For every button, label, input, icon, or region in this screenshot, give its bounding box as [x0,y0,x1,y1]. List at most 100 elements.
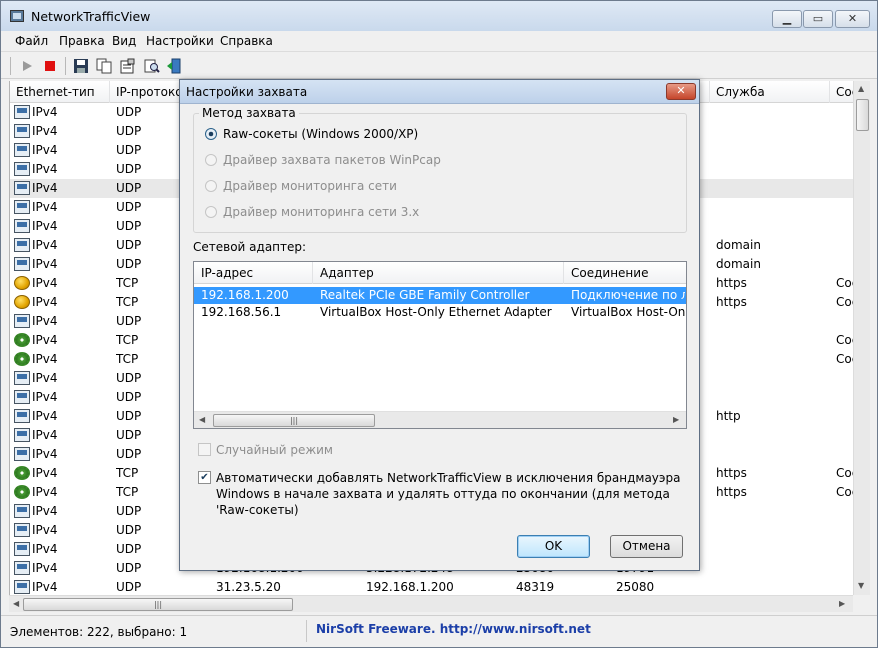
menu-help[interactable]: Справка [220,34,273,48]
adapter-scroll-left-arrow[interactable]: ◀ [199,415,205,424]
adapter-cell-name: Realtek PCIe GBE Family Controller [320,288,530,302]
radio-dot[interactable] [205,128,217,140]
scroll-right-arrow[interactable]: ▶ [839,599,845,608]
row-cell-eth: IPv4 [32,295,58,309]
close-window-button[interactable]: ✕ [835,10,870,28]
row-cell-conn: Сое [836,466,853,480]
adapter-list[interactable]: IP-адрес Адаптер Соединение 192.168.1.20… [193,261,687,429]
adapter-column-name[interactable]: Адаптер [313,262,564,284]
horizontal-scroll-thumb[interactable]: ||| [23,598,293,611]
row-cell-svc: https [716,276,747,290]
adapter-row[interactable]: 192.168.56.1 VirtualBox Host-Only Etherne… [194,304,686,321]
ok-button[interactable]: OK [517,535,590,558]
row-cell-proto: TCP [116,333,139,347]
radio-dot[interactable] [205,154,217,166]
copy-icon[interactable] [95,57,113,75]
column-header-ethernet-type[interactable]: Ethernet-тип [10,81,110,103]
scroll-down-arrow[interactable]: ▼ [858,581,864,590]
row-cell-proto: UDP [116,238,142,252]
adapter-cell-conn: Подключение по локальной сети [571,288,685,302]
vertical-scroll-thumb[interactable] [856,99,869,131]
row-cell-eth: IPv4 [32,371,58,385]
adapter-scroll-thumb[interactable]: ||| [213,414,375,427]
row-cell-c3: 31.23.5.20 [216,580,281,594]
row-cell-proto: UDP [116,504,142,518]
gear-icon [14,466,30,480]
title-bar[interactable]: NetworkTrafficView ▁ ▭ ✕ [1,1,877,31]
row-cell-svc: domain [716,238,761,252]
network-card-icon [14,124,30,138]
network-card-icon [14,219,30,233]
row-cell-eth: IPv4 [32,447,58,461]
play-icon[interactable] [18,57,36,75]
network-card-icon [14,200,30,214]
row-cell-svc: https [716,466,747,480]
list-horizontal-scrollbar[interactable]: ◀ ||| ▶ [9,595,853,612]
row-cell-svc: https [716,485,747,499]
radio-dot[interactable] [205,180,217,192]
adapter-column-connection[interactable]: Соединение [564,262,686,284]
row-cell-eth: IPv4 [32,466,58,480]
promiscuous-mode-box[interactable] [198,443,211,456]
nirsoft-link[interactable]: NirSoft Freeware. http://www.nirsoft.net [316,622,591,636]
row-cell-eth: IPv4 [32,428,58,442]
row-cell-proto: UDP [116,200,142,214]
row-cell-eth: IPv4 [32,523,58,537]
row-cell-eth: IPv4 [32,200,58,214]
adapter-row[interactable]: 192.168.1.200 Realtek PCIe GBE Family Con… [194,287,686,304]
adapter-scroll-right-arrow[interactable]: ▶ [673,415,679,424]
row-cell-eth: IPv4 [32,485,58,499]
row-cell-proto: UDP [116,105,142,119]
menu-file[interactable]: Файл [15,34,48,48]
firewall-exception-box[interactable]: ✔ [198,471,211,484]
menu-view[interactable]: Вид [112,34,136,48]
stop-icon[interactable] [41,57,59,75]
app-icon [10,10,24,22]
minimize-button[interactable]: ▁ [772,10,802,28]
radio-dot[interactable] [205,206,217,218]
row-cell-eth: IPv4 [32,276,58,290]
row-cell-proto: TCP [116,276,139,290]
capture-method-title: Метод захвата [199,106,299,120]
properties-icon[interactable] [118,57,136,75]
exit-icon[interactable] [165,57,183,75]
dialog-close-button[interactable]: ✕ [666,83,696,100]
row-cell-svc: http [716,409,741,423]
maximize-button[interactable]: ▭ [803,10,833,28]
row-cell-eth: IPv4 [32,257,58,271]
dialog-title-bar[interactable]: Настройки захвата ✕ [180,80,699,104]
adapter-cell-ip: 192.168.56.1 [201,305,282,319]
dialog-title: Настройки захвата [186,85,308,99]
gear-icon [14,333,30,347]
radio-label: Драйвер захвата пакетов WinPcap [223,153,441,167]
cancel-button[interactable]: Отмена [610,535,683,558]
capture-options-dialog: Настройки захвата ✕ Метод захвата Raw-со… [179,79,700,571]
toolbar-separator [65,57,66,75]
network-card-icon [14,257,30,271]
table-row[interactable]: IPv4 UDP 31.23.5.20 192.168.1.200 48319 25080 [10,578,853,595]
network-card-icon [14,105,30,119]
row-cell-eth: IPv4 [32,504,58,518]
scroll-left-arrow[interactable]: ◀ [13,599,19,608]
column-header-connection[interactable]: Сое [830,81,853,103]
list-vertical-scrollbar[interactable]: ▲ ▼ [853,81,870,595]
row-cell-eth: IPv4 [32,561,58,575]
network-card-icon [14,238,30,252]
row-cell-proto: UDP [116,143,142,157]
row-cell-proto: TCP [116,466,139,480]
adapter-list-header: IP-адрес Адаптер Соединение [194,262,686,284]
save-icon[interactable] [72,57,90,75]
row-cell-proto: UDP [116,124,142,138]
network-card-icon [14,409,30,423]
network-card-icon [14,371,30,385]
scroll-up-arrow[interactable]: ▲ [858,84,864,93]
radio-label: Raw-сокеты (Windows 2000/XP) [223,127,419,141]
menu-settings[interactable]: Настройки [146,34,214,48]
row-cell-eth: IPv4 [32,409,58,423]
find-icon[interactable] [143,57,161,75]
adapter-horizontal-scrollbar[interactable]: ◀ ||| ▶ [194,411,686,428]
menu-edit[interactable]: Правка [59,34,105,48]
column-header-service[interactable]: Служба [710,81,830,103]
row-cell-conn: Сое [836,276,853,290]
adapter-column-ip[interactable]: IP-адрес [194,262,313,284]
